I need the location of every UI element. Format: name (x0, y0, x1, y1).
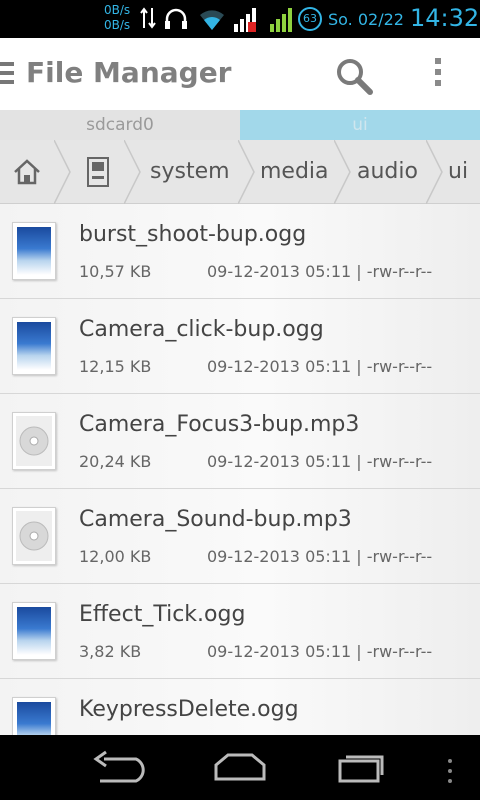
breadcrumb-separator-icon (238, 140, 255, 204)
data-transfer-icon (140, 7, 156, 29)
file-row[interactable]: Camera_Sound-bup.mp3 12,00 KB 09-12-2013… (0, 489, 480, 584)
breadcrumb-item-audio[interactable]: audio (357, 140, 418, 204)
file-meta: 09-12-2013 05:11 | -rw-r--r-- (207, 642, 433, 661)
ogg-image-icon (12, 697, 56, 735)
file-size: 3,82 KB (79, 642, 142, 661)
file-size: 12,15 KB (79, 357, 152, 376)
status-date: So. 02/22 (328, 10, 404, 29)
action-bar: File Manager (0, 38, 480, 110)
breadcrumb-item-ui[interactable]: ui (448, 140, 468, 204)
home-button-icon[interactable] (212, 749, 268, 785)
file-size: 10,57 KB (79, 262, 152, 281)
wifi-icon (200, 10, 224, 30)
network-speed: 0B/s 0B/s (104, 3, 130, 33)
breadcrumb-item-media[interactable]: media (260, 140, 329, 204)
status-time: 14:32 (410, 4, 480, 32)
net-upload-speed: 0B/s (104, 3, 131, 17)
storage-tabs: sdcard0 ui (0, 110, 480, 140)
breadcrumb-separator-icon (426, 140, 443, 204)
headset-icon (165, 8, 187, 29)
home-icon[interactable] (12, 158, 42, 186)
signal-sim1-icon (234, 8, 256, 32)
ogg-image-icon (12, 222, 56, 280)
cd-disc-icon (12, 507, 56, 565)
menu-dots-icon[interactable] (444, 757, 456, 791)
device-storage-icon[interactable] (86, 156, 110, 188)
navigation-bar (0, 735, 480, 800)
status-bar: 0B/s 0B/s 63 So. 02/22 14:32 (0, 0, 480, 38)
file-meta: 09-12-2013 05:11 | -rw-r--r-- (207, 262, 433, 281)
file-list: burst_shoot-bup.ogg 10,57 KB 09-12-2013 … (0, 204, 480, 735)
back-icon[interactable] (92, 749, 150, 785)
breadcrumb-item-system[interactable]: system (150, 140, 230, 204)
signal-sim2-icon (270, 8, 292, 32)
search-icon[interactable] (334, 56, 374, 96)
file-name: burst_shoot-bup.ogg (79, 222, 307, 247)
breadcrumb-separator-icon (334, 140, 351, 204)
drawer-menu-icon[interactable] (0, 62, 14, 84)
breadcrumb-separator-icon (54, 140, 71, 204)
net-download-speed: 0B/s (104, 18, 131, 32)
ogg-image-icon (12, 602, 56, 660)
file-size: 12,00 KB (79, 547, 152, 566)
cd-disc-icon (12, 412, 56, 470)
app-title: File Manager (26, 56, 232, 89)
file-name: Effect_Tick.ogg (79, 602, 246, 627)
breadcrumb-separator-icon (124, 140, 141, 204)
file-meta: 09-12-2013 05:11 | -rw-r--r-- (207, 452, 433, 471)
file-name: Camera_Focus3-bup.mp3 (79, 412, 360, 437)
file-row[interactable]: Effect_Tick.ogg 3,82 KB 09-12-2013 05:11… (0, 584, 480, 679)
file-meta: 09-12-2013 05:11 | -rw-r--r-- (207, 547, 433, 566)
file-name: Camera_click-bup.ogg (79, 317, 324, 342)
file-row[interactable]: KeypressDelete.ogg (0, 679, 480, 735)
file-name: KeypressDelete.ogg (79, 697, 299, 722)
overflow-menu-icon[interactable] (430, 58, 446, 94)
tab-sdcard0[interactable]: sdcard0 (0, 110, 240, 140)
file-row[interactable]: Camera_click-bup.ogg 12,15 KB 09-12-2013… (0, 299, 480, 394)
tab-ui[interactable]: ui (240, 110, 480, 140)
breadcrumb: system media audio ui (0, 140, 480, 204)
ogg-image-icon (12, 317, 56, 375)
file-name: Camera_Sound-bup.mp3 (79, 507, 352, 532)
file-size: 20,24 KB (79, 452, 152, 471)
file-row[interactable]: Camera_Focus3-bup.mp3 20,24 KB 09-12-201… (0, 394, 480, 489)
battery-indicator: 63 (298, 7, 322, 31)
file-meta: 09-12-2013 05:11 | -rw-r--r-- (207, 357, 433, 376)
recent-apps-icon[interactable] (336, 749, 388, 785)
file-row[interactable]: burst_shoot-bup.ogg 10,57 KB 09-12-2013 … (0, 204, 480, 299)
